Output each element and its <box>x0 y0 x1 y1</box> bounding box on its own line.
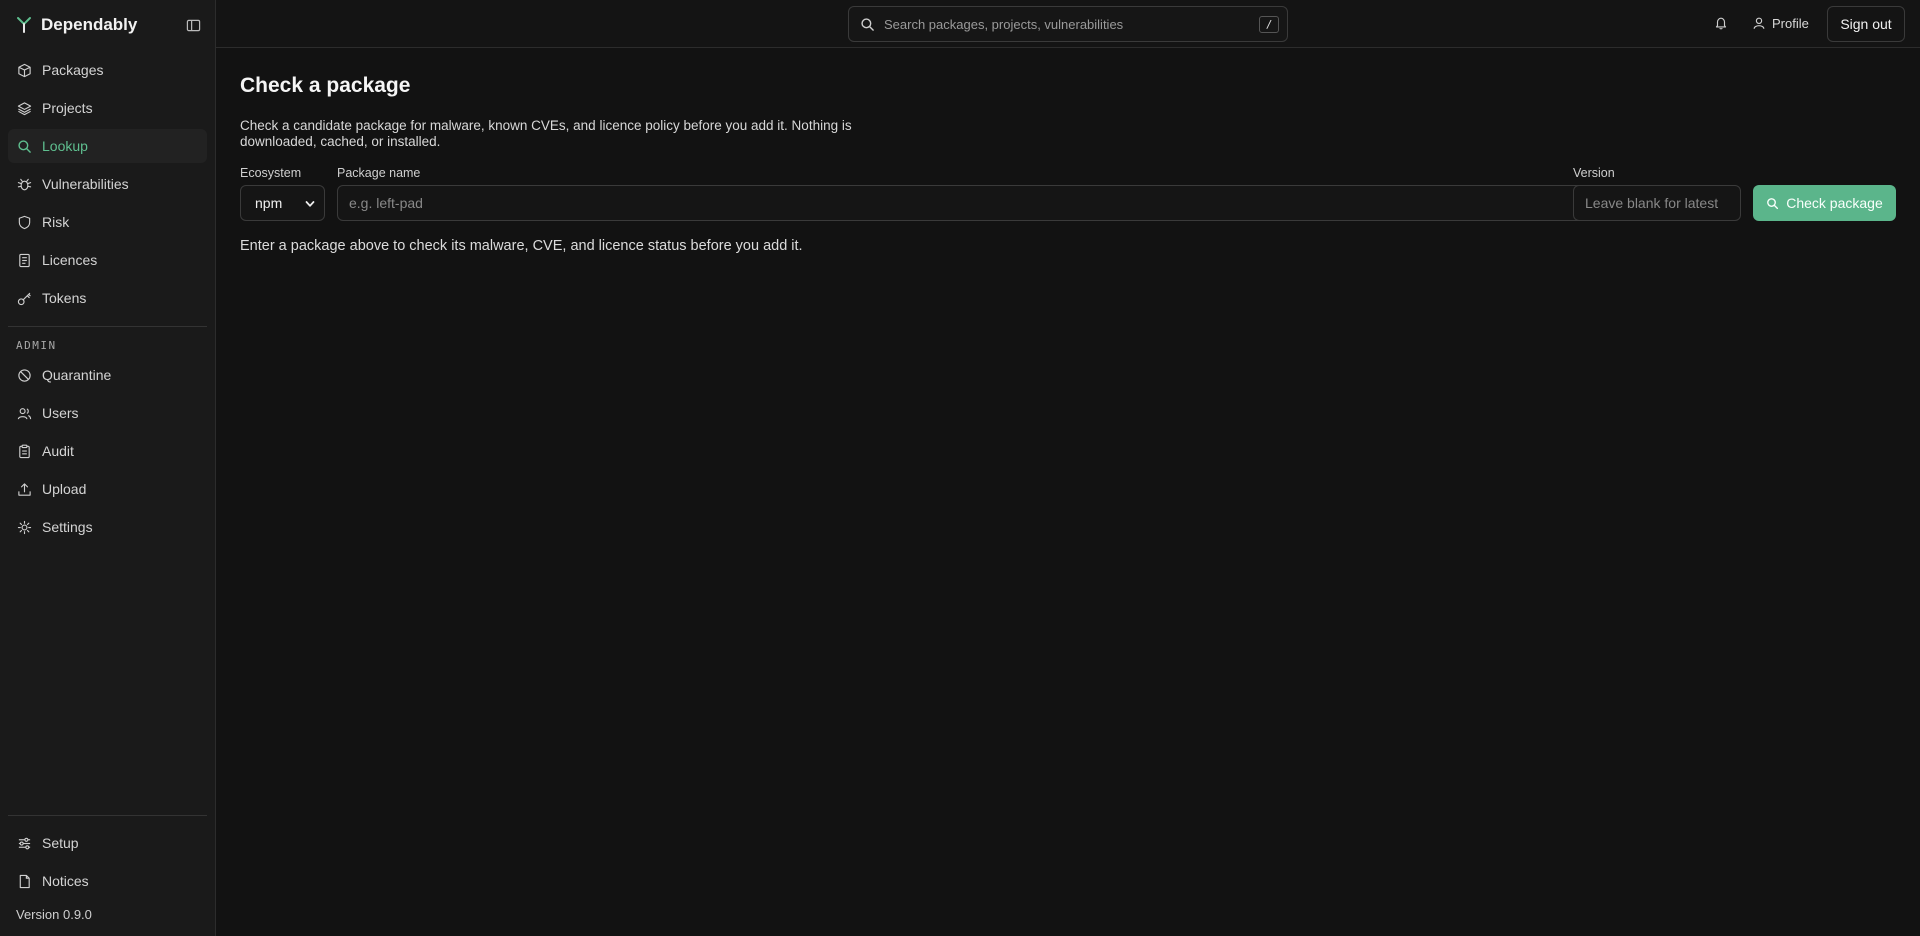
sidebar-item-users[interactable]: Users <box>8 396 207 430</box>
sidebar-item-label: Lookup <box>42 138 88 154</box>
app-version: Version 0.9.0 <box>16 907 92 922</box>
key-icon <box>17 292 31 305</box>
sidebar-item-label: Settings <box>42 519 93 535</box>
package-name-label: Package name <box>337 166 421 180</box>
sidebar-item-label: Vulnerabilities <box>42 176 129 192</box>
package-name-input[interactable] <box>337 185 1659 221</box>
gear-icon <box>17 520 32 534</box>
sidebar-item-setup[interactable]: Setup <box>8 826 207 860</box>
sidebar-item-upload[interactable]: Upload <box>8 472 207 506</box>
brand[interactable]: Dependably <box>16 14 137 36</box>
page-title: Check a package <box>240 74 411 97</box>
user-icon <box>1753 17 1765 29</box>
ecosystem-label: Ecosystem <box>240 166 302 180</box>
sidebar-item-vulnerabilities[interactable]: Vulnerabilities <box>8 167 207 201</box>
search-shortcut-key: / <box>1259 16 1279 33</box>
shield-icon <box>18 215 31 229</box>
main-content: Check a package Check a candidate packag… <box>216 48 1920 936</box>
sidebar-item-projects[interactable]: Projects <box>8 91 207 125</box>
ecosystem-value: npm <box>255 195 283 211</box>
global-search[interactable]: / <box>848 6 1288 42</box>
sidebar-item-label: Setup <box>42 835 79 851</box>
sidebar-item-tokens[interactable]: Tokens <box>8 281 207 315</box>
sliders-icon <box>18 837 31 849</box>
sign-out-button[interactable]: Sign out <box>1827 6 1905 42</box>
sidebar-item-label: Quarantine <box>42 367 112 383</box>
file-icon <box>19 874 30 888</box>
sidebar-item-label: Projects <box>42 100 93 116</box>
sidebar-toggle-icon[interactable] <box>184 16 202 34</box>
sidebar-item-label: Risk <box>42 214 70 230</box>
profile-button[interactable]: Profile <box>1752 12 1809 34</box>
search-input[interactable] <box>884 16 1254 32</box>
profile-label: Profile <box>1772 15 1809 31</box>
sidebar-item-label: Tokens <box>42 290 87 306</box>
sidebar: Dependably Packages Projects Lookup Vuln… <box>0 0 216 936</box>
check-package-label: Check package <box>1786 195 1883 211</box>
admin-section-label: ADMIN <box>16 339 57 352</box>
sidebar-item-quarantine[interactable]: Quarantine <box>8 358 207 392</box>
upload-icon <box>18 482 31 496</box>
search-icon <box>1767 197 1779 209</box>
dependably-logo-icon <box>17 17 31 33</box>
app-name: Dependably <box>41 15 138 34</box>
sidebar-item-label: Audit <box>42 443 74 459</box>
layers-icon <box>17 101 32 115</box>
sidebar-item-notices[interactable]: Notices <box>8 864 207 898</box>
sidebar-divider <box>8 326 207 327</box>
sidebar-item-audit[interactable]: Audit <box>8 434 207 468</box>
sidebar-item-label: Users <box>42 405 79 421</box>
sidebar-item-settings[interactable]: Settings <box>8 510 207 544</box>
ecosystem-select[interactable]: npm <box>240 185 325 221</box>
page-description: Check a candidate package for malware, k… <box>240 118 852 149</box>
sidebar-footer-divider <box>8 815 207 816</box>
lookup-hint: Enter a package above to check its malwa… <box>240 238 803 254</box>
sidebar-item-label: Notices <box>42 873 89 889</box>
sidebar-item-label: Upload <box>42 481 87 497</box>
search-icon <box>861 17 874 31</box>
package-icon <box>18 63 31 77</box>
document-icon <box>19 253 30 267</box>
sidebar-item-lookup[interactable]: Lookup <box>8 129 207 163</box>
chevron-down-icon <box>305 201 315 207</box>
clipboard-icon <box>19 444 30 458</box>
users-icon <box>17 407 32 419</box>
ban-icon <box>18 368 31 382</box>
version-label: Version <box>1573 166 1615 180</box>
search-icon <box>18 139 31 153</box>
sidebar-item-label: Licences <box>42 252 98 268</box>
sidebar-item-packages[interactable]: Packages <box>8 53 207 87</box>
version-input[interactable] <box>1573 185 1741 221</box>
topbar: / Profile Sign out <box>216 0 1920 48</box>
bug-icon <box>17 178 32 190</box>
sidebar-item-risk[interactable]: Risk <box>8 205 207 239</box>
check-package-button[interactable]: Check package <box>1753 185 1896 221</box>
sidebar-item-licences[interactable]: Licences <box>8 243 207 277</box>
sidebar-item-label: Packages <box>42 62 104 78</box>
bell-icon[interactable] <box>1712 14 1730 32</box>
